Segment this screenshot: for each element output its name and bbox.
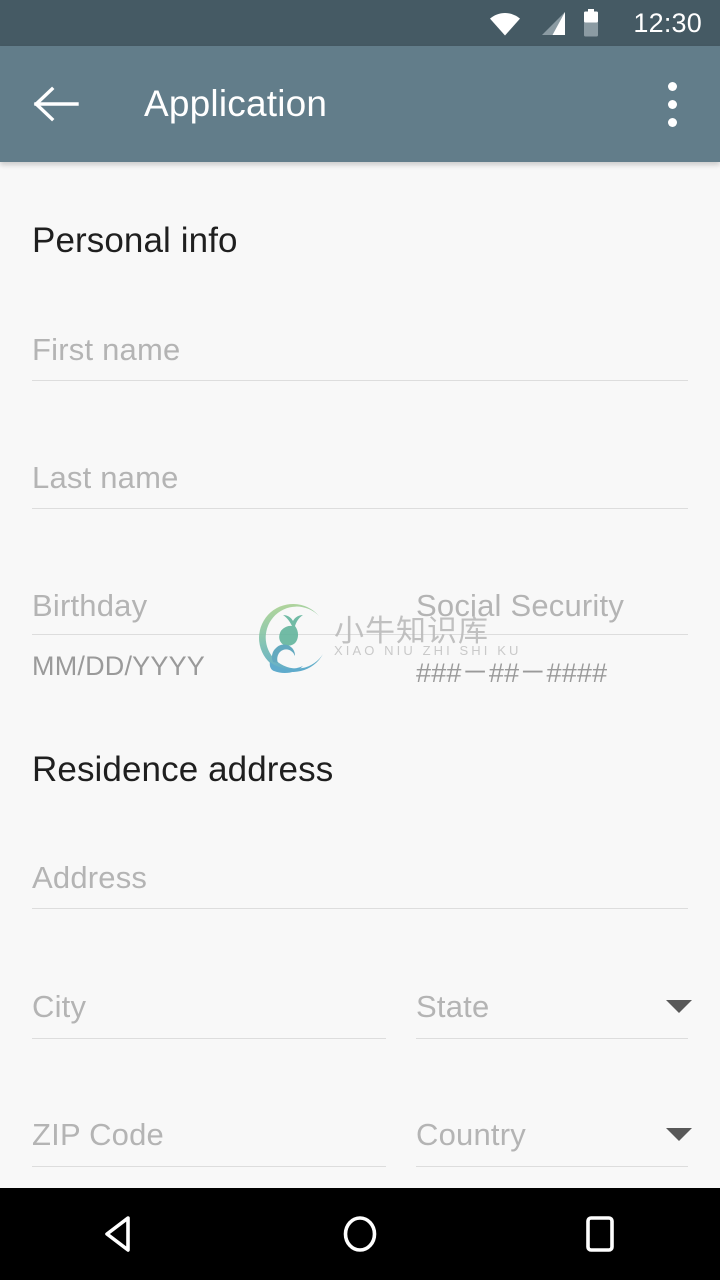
cell-signal-icon <box>542 11 566 35</box>
field-label-zip-code: ZIP Code <box>32 1117 164 1152</box>
field-helper-birthday: MM/DD/YYYY <box>32 651 206 681</box>
field-label-state: State <box>416 989 490 1024</box>
field-underline-first-name <box>32 380 688 381</box>
field-label-city: City <box>32 989 87 1024</box>
overflow-dot <box>667 99 677 109</box>
status-bar: 12:30 <box>0 0 720 46</box>
field-label-social-security: Social Security <box>416 588 625 623</box>
field-label-birthday: Birthday <box>32 588 148 623</box>
field-label-first-name: First name <box>32 332 181 367</box>
back-button[interactable] <box>28 75 86 133</box>
status-clock: 12:30 <box>633 7 702 38</box>
field-underline-state <box>416 1038 688 1039</box>
overflow-menu-icon[interactable] <box>646 75 698 133</box>
chevron-down-icon-state[interactable] <box>666 1000 692 1013</box>
home-circle-icon <box>343 1216 377 1252</box>
section-heading-residence-address: Residence address <box>32 750 334 789</box>
app-bar: Application <box>0 46 720 162</box>
phone-screen: 12:30 Application Personal info First na… <box>0 0 720 1280</box>
nav-recents-button[interactable] <box>480 1188 720 1280</box>
back-triangle-icon <box>105 1216 130 1252</box>
field-label-address: Address <box>32 860 148 895</box>
field-underline-city <box>32 1038 386 1039</box>
field-label-country: Country <box>416 1117 526 1152</box>
field-underline-birthday-ssn <box>32 634 688 635</box>
wifi-icon <box>490 12 521 35</box>
field-underline-last-name <box>32 508 688 509</box>
page-title: Application <box>144 83 328 124</box>
recents-square-icon <box>586 1216 614 1252</box>
nav-back-button[interactable] <box>0 1188 240 1280</box>
field-label-last-name: Last name <box>32 460 179 495</box>
field-helper-social-security: ###－##－#### <box>416 658 608 688</box>
overflow-dot <box>667 117 677 127</box>
section-heading-personal-info: Personal info <box>32 221 238 260</box>
field-underline-zip-code <box>32 1166 386 1167</box>
battery-icon <box>584 9 599 37</box>
form-scroll-area[interactable]: Personal info First name Last name Birth… <box>0 162 720 1188</box>
field-underline-country <box>416 1166 688 1167</box>
nav-home-button[interactable] <box>240 1188 480 1280</box>
status-icons: 12:30 <box>489 9 702 37</box>
back-arrow-icon <box>33 86 79 122</box>
overflow-dot <box>667 81 677 91</box>
android-navigation-bar <box>0 1188 720 1280</box>
chevron-down-icon-country[interactable] <box>666 1128 692 1141</box>
field-underline-address <box>32 908 688 909</box>
